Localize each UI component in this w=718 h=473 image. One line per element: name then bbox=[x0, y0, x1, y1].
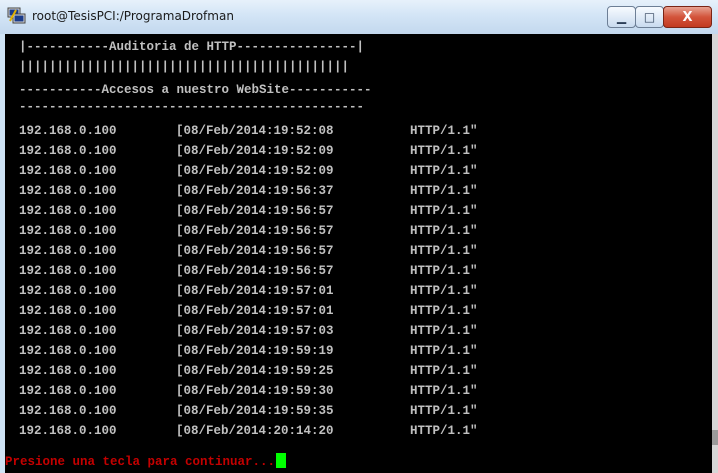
timestamp: [08/Feb/2014:19:59:30 bbox=[176, 384, 334, 398]
timestamp: [08/Feb/2014:19:52:09 bbox=[176, 144, 334, 158]
ip-address: 192.168.0.100 bbox=[19, 224, 117, 238]
ip-address: 192.168.0.100 bbox=[19, 164, 117, 178]
ip-address: 192.168.0.100 bbox=[19, 344, 117, 358]
timestamp: [08/Feb/2014:19:59:19 bbox=[176, 344, 334, 358]
ip-address: 192.168.0.100 bbox=[19, 364, 117, 378]
ip-address: 192.168.0.100 bbox=[19, 124, 117, 138]
protocol: HTTP/1.1" bbox=[410, 124, 478, 138]
timestamp: [08/Feb/2014:19:56:57 bbox=[176, 224, 334, 238]
title-bar[interactable]: root@TesisPCI:/ProgramaDrofman ▁ □ X bbox=[0, 0, 718, 34]
ip-address: 192.168.0.100 bbox=[19, 184, 117, 198]
protocol: HTTP/1.1" bbox=[410, 244, 478, 258]
continue-prompt: Presione una tecla para continuar... bbox=[5, 452, 287, 472]
close-icon: X bbox=[682, 9, 693, 25]
minimize-icon: ▁ bbox=[616, 10, 627, 24]
protocol: HTTP/1.1" bbox=[410, 364, 478, 378]
ip-address: 192.168.0.100 bbox=[19, 144, 117, 158]
ip-address: 192.168.0.100 bbox=[19, 424, 117, 438]
timestamp: [08/Feb/2014:19:56:37 bbox=[176, 184, 334, 198]
ip-address: 192.168.0.100 bbox=[19, 284, 117, 298]
maximize-icon: □ bbox=[643, 10, 656, 24]
timestamp: [08/Feb/2014:19:56:57 bbox=[176, 264, 334, 278]
timestamp: [08/Feb/2014:19:56:57 bbox=[176, 244, 334, 258]
protocol: HTTP/1.1" bbox=[410, 304, 478, 318]
terminal-output[interactable]: |-----------Auditoria de HTTP-----------… bbox=[5, 34, 712, 473]
terminal-scrollbar[interactable] bbox=[712, 34, 718, 473]
maximize-button[interactable]: □ bbox=[635, 6, 664, 28]
protocol: HTTP/1.1" bbox=[410, 144, 478, 158]
continue-prompt-text: Presione una tecla para continuar... bbox=[5, 455, 276, 469]
close-button[interactable]: X bbox=[663, 6, 712, 28]
window-title: root@TesisPCI:/ProgramaDrofman bbox=[32, 9, 234, 23]
terminal-window: root@TesisPCI:/ProgramaDrofman ▁ □ X |--… bbox=[0, 0, 718, 473]
ip-address: 192.168.0.100 bbox=[19, 384, 117, 398]
timestamp: [08/Feb/2014:19:52:09 bbox=[176, 164, 334, 178]
ip-address: 192.168.0.100 bbox=[19, 264, 117, 278]
timestamp: [08/Feb/2014:19:52:08 bbox=[176, 124, 334, 138]
protocol: HTTP/1.1" bbox=[410, 264, 478, 278]
protocol: HTTP/1.1" bbox=[410, 424, 478, 438]
ip-address: 192.168.0.100 bbox=[19, 404, 117, 418]
protocol: HTTP/1.1" bbox=[410, 344, 478, 358]
scrollbar-thumb[interactable] bbox=[712, 430, 718, 445]
text-cursor bbox=[276, 453, 287, 468]
protocol: HTTP/1.1" bbox=[410, 284, 478, 298]
minimize-button[interactable]: ▁ bbox=[607, 6, 636, 28]
ip-address: 192.168.0.100 bbox=[19, 204, 117, 218]
protocol: HTTP/1.1" bbox=[410, 324, 478, 338]
putty-terminal-icon bbox=[7, 7, 26, 24]
timestamp: [08/Feb/2014:19:57:01 bbox=[176, 284, 334, 298]
protocol: HTTP/1.1" bbox=[410, 404, 478, 418]
ip-address: 192.168.0.100 bbox=[19, 324, 117, 338]
header-bar-line: ||||||||||||||||||||||||||||||||||||||||… bbox=[19, 60, 350, 74]
header-separator-line: ----------------------------------------… bbox=[19, 100, 365, 114]
timestamp: [08/Feb/2014:19:59:35 bbox=[176, 404, 334, 418]
ip-address: 192.168.0.100 bbox=[19, 244, 117, 258]
timestamp: [08/Feb/2014:19:57:01 bbox=[176, 304, 334, 318]
protocol: HTTP/1.1" bbox=[410, 384, 478, 398]
timestamp: [08/Feb/2014:19:59:25 bbox=[176, 364, 334, 378]
timestamp: [08/Feb/2014:20:14:20 bbox=[176, 424, 334, 438]
ip-address: 192.168.0.100 bbox=[19, 304, 117, 318]
protocol: HTTP/1.1" bbox=[410, 224, 478, 238]
timestamp: [08/Feb/2014:19:56:57 bbox=[176, 204, 334, 218]
protocol: HTTP/1.1" bbox=[410, 164, 478, 178]
header-title-line: |-----------Auditoria de HTTP-----------… bbox=[19, 40, 365, 54]
timestamp: [08/Feb/2014:19:57:03 bbox=[176, 324, 334, 338]
protocol: HTTP/1.1" bbox=[410, 184, 478, 198]
protocol: HTTP/1.1" bbox=[410, 204, 478, 218]
